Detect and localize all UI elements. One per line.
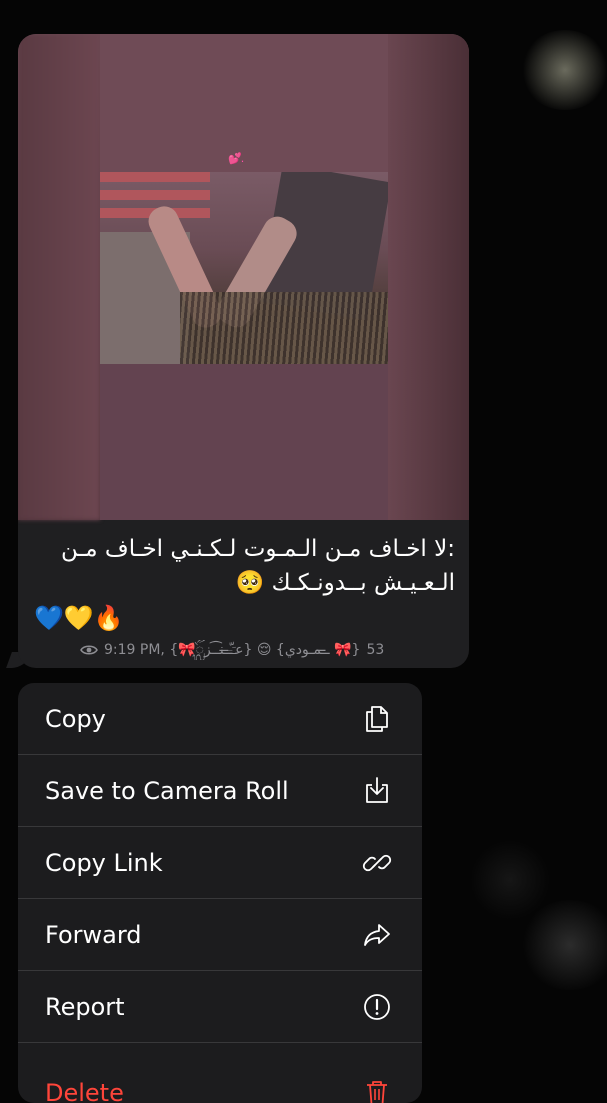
message-time: 9:19 PM: [104, 642, 161, 658]
background-blur-soft: [470, 840, 550, 920]
message-meta: 9:19 PM , {🎀عـ̶ؔـ̶ّـنـ͡ـزᬼ} 😌 {ـ̶̶ـمـودي…: [80, 640, 452, 660]
media-blur-left: [18, 34, 100, 520]
background-blur-light: [520, 30, 607, 110]
message-reaction-emojis: 💙💛🔥: [34, 604, 124, 632]
message-caption: :لا اخـاف مـن الـمـوت لـكـنـي اخـاف مـن …: [61, 536, 455, 596]
menu-item-save-to-camera-roll[interactable]: Save to Camera Roll: [18, 755, 422, 827]
trash-icon: [360, 1076, 394, 1103]
menu-item-label: Save to Camera Roll: [45, 776, 289, 805]
menu-item-label: Report: [45, 992, 125, 1021]
message-author: {🎀عـ̶ؔـ̶ّـنـ͡ـزᬼ} 😌 {ـ̶̶ـمـودي 🎀}: [169, 642, 361, 658]
menu-item-label: Copy Link: [45, 848, 163, 877]
hearts-sticker: 💕.: [228, 152, 244, 165]
forward-arrow-icon: [360, 918, 394, 952]
media-blur-right: [388, 34, 469, 520]
menu-item-copy[interactable]: Copy: [18, 683, 422, 755]
background-blur-light-bottom: [520, 900, 607, 990]
message-media[interactable]: 💕.: [18, 34, 469, 520]
eye-icon: [80, 645, 98, 655]
copy-icon: [360, 702, 394, 736]
couple-holding-hands-photo: [100, 172, 388, 364]
menu-item-label: Delete: [45, 1079, 124, 1103]
message-bubble[interactable]: 💕. :لا اخـاف مـن الـمـوت لـكـنـي اخـاف م…: [18, 34, 469, 668]
photo-grass: [180, 292, 388, 364]
meta-separator: ,: [160, 642, 170, 658]
photo-stripe: [100, 190, 210, 200]
menu-item-delete[interactable]: Delete: [18, 1043, 422, 1103]
report-exclamation-icon: [360, 990, 394, 1024]
save-download-icon: [360, 774, 394, 808]
link-icon: [360, 846, 394, 880]
menu-item-label: Forward: [45, 920, 142, 949]
media-bottom-panel: [100, 364, 388, 520]
view-count: 53: [366, 642, 385, 658]
menu-item-forward[interactable]: Forward: [18, 899, 422, 971]
menu-item-label: Copy: [45, 704, 106, 733]
media-top-panel: [100, 34, 388, 172]
context-menu: Copy Save to Camera Roll Copy Link Forwa…: [18, 683, 422, 1103]
menu-item-report[interactable]: Report: [18, 971, 422, 1043]
photo-stripe: [100, 172, 210, 182]
menu-item-copy-link[interactable]: Copy Link: [18, 827, 422, 899]
